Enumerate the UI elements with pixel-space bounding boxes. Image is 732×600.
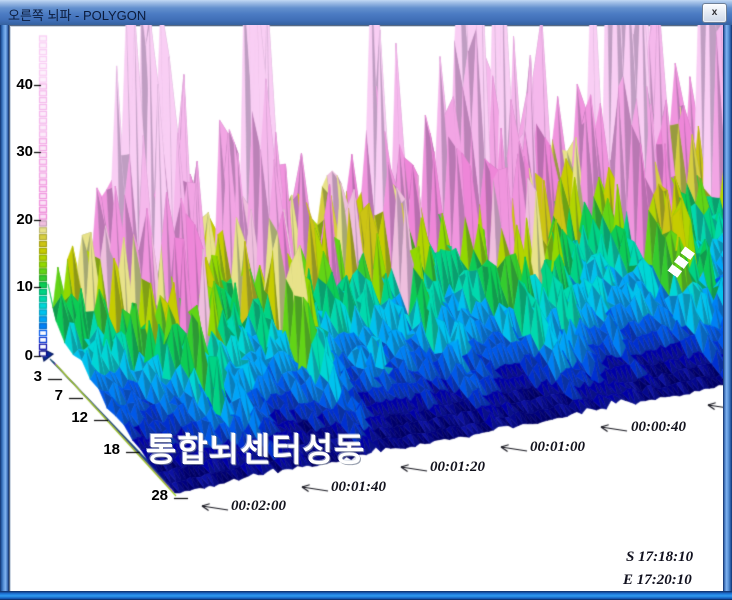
window-frame-right [723, 25, 732, 600]
polygon-surface-plot [9, 25, 723, 591]
window-frame-left [0, 25, 9, 600]
window-frame-bottom [0, 591, 732, 600]
close-icon: x [712, 8, 718, 18]
app-window: 오른쪽 뇌파 - POLYGON x 통합뇌센터성동 S 17:18:10 E … [0, 0, 732, 600]
window-title: 오른쪽 뇌파 - POLYGON [8, 5, 146, 24]
window-titlebar[interactable]: 오른쪽 뇌파 - POLYGON x [0, 0, 732, 25]
close-button[interactable]: x [702, 3, 727, 23]
